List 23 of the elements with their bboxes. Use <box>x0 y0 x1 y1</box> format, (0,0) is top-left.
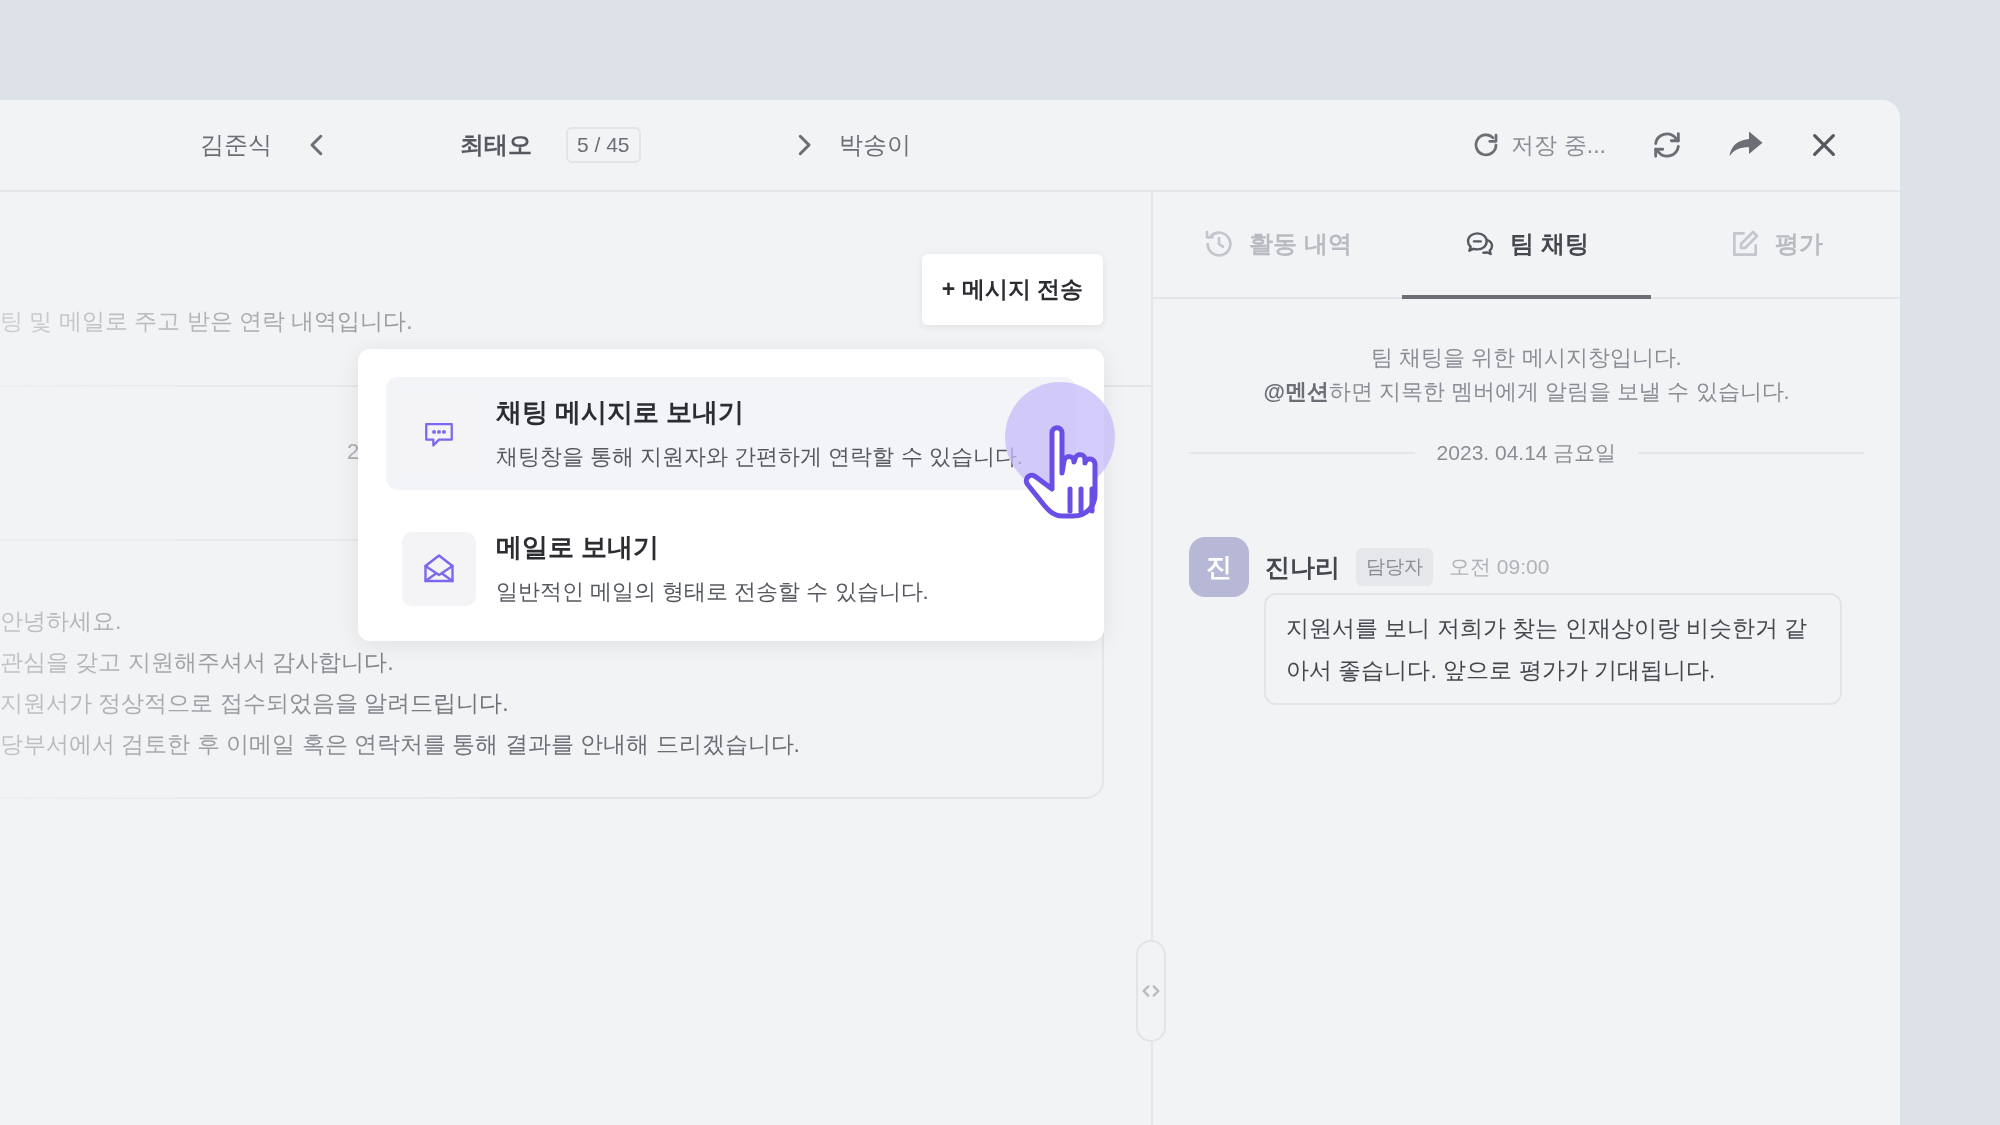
role-tag: 담당자 <box>1356 548 1433 586</box>
hand-cursor-icon <box>1023 425 1098 519</box>
author-name: 진나리 <box>1265 551 1340 583</box>
current-name: 최태오 <box>460 130 532 160</box>
next-name: 박송이 <box>838 130 911 160</box>
position-badge: 5 / 45 <box>566 127 641 163</box>
send-option[interactable]: 채팅 메시지로 보내기 채팅창을 통해 지원자와 간편하게 연락할 수 있습니다. <box>386 377 1076 490</box>
date-divider-label: 2023. 04.14 금요일 <box>1436 440 1617 466</box>
chat-intro-text: @멘션하면 지목한 멤버에게 알림을 보낼 수 있습니다. <box>1262 378 1791 406</box>
message-line: 당부서에서 검토한 후 이메일 혹은 연락처를 통해 결과를 안내해 드리겠습니다. <box>0 730 800 759</box>
chat-message: 지원서를 보니 저희가 찾는 인재상이랑 비슷한거 같아서 좋습니다. 앞으로 평가가 기대됩니다. <box>1264 593 1842 705</box>
message-line: 지원서가 정상적으로 접수되었음을 알려드립니다. <box>0 689 509 718</box>
resize-handle[interactable] <box>1136 940 1166 1042</box>
date-label: 2 <box>347 439 360 465</box>
avatar: 진 <box>1189 537 1249 597</box>
message-line: 관심을 갖고 지원해주셔서 감사합니다. <box>0 648 394 677</box>
save-status: 저장 중... <box>1511 130 1606 160</box>
previous-name: 김준식 <box>200 130 272 160</box>
panel-tab[interactable]: 팀 채팅 <box>1402 192 1651 299</box>
chat-intro-text: 팀 채팅을 위한 메시지창입니다. <box>1370 344 1683 372</box>
message-line: 안녕하세요. <box>0 607 122 636</box>
message-time: 오전 09:00 <box>1449 554 1550 580</box>
send-message-button[interactable]: + 메시지 전송 <box>921 254 1103 325</box>
